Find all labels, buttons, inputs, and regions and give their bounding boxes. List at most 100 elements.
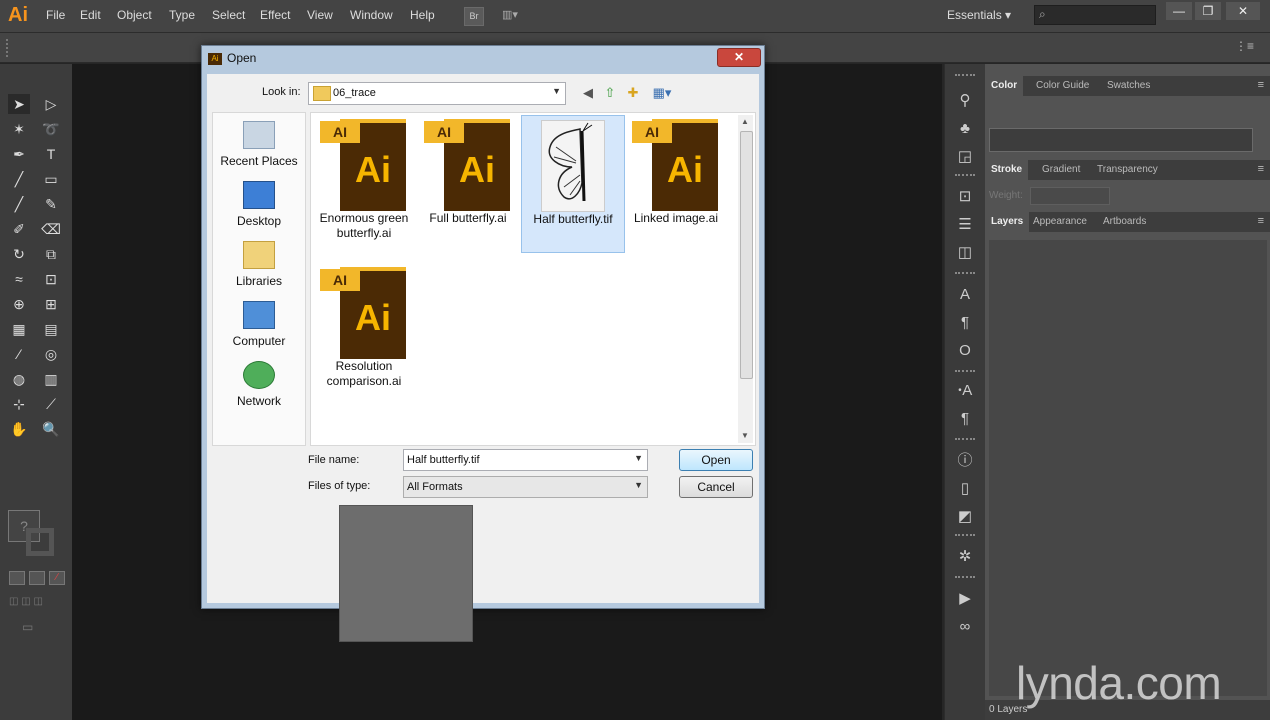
document-info-panel-icon[interactable]: ⓘ: [953, 450, 977, 472]
free-transform-tool-icon[interactable]: ⊡: [40, 269, 62, 289]
control-bar-menu-icon[interactable]: ⋮≡: [1235, 39, 1254, 53]
hand-tool-icon[interactable]: ✋: [8, 419, 30, 439]
menu-type[interactable]: Type: [169, 8, 195, 22]
navigator-panel-icon[interactable]: ✲: [953, 546, 977, 568]
brushes-panel-icon[interactable]: ⚲: [953, 90, 977, 112]
zoom-tool-icon[interactable]: 🔍: [40, 419, 62, 439]
scroll-down-icon[interactable]: ▼: [741, 431, 749, 440]
dialog-close-button[interactable]: ✕: [717, 48, 761, 67]
tab-artboards[interactable]: Artboards: [1097, 212, 1152, 232]
color-mode-icon[interactable]: [9, 571, 25, 585]
up-folder-icon[interactable]: ⇧: [601, 85, 619, 101]
tab-appearance[interactable]: Appearance: [1027, 212, 1093, 232]
blend-tool-icon[interactable]: ◎: [40, 344, 62, 364]
layers-list[interactable]: [989, 240, 1267, 696]
help-search-input[interactable]: ⌕: [1034, 5, 1156, 25]
dock-grip[interactable]: [955, 438, 975, 442]
bridge-button[interactable]: Br: [464, 7, 484, 26]
actions-panel-icon[interactable]: ▶: [953, 588, 977, 610]
shape-builder-tool-icon[interactable]: ⊕: [8, 294, 30, 314]
screen-mode-icon[interactable]: ▭: [22, 620, 44, 634]
view-menu-icon[interactable]: ▦▾: [649, 85, 675, 101]
attributes-panel-icon[interactable]: ▯: [953, 478, 977, 500]
look-in-dropdown[interactable]: 06_trace ▼: [308, 82, 566, 105]
place-computer[interactable]: Computer: [213, 295, 305, 351]
tab-stroke[interactable]: Stroke: [985, 160, 1029, 180]
graphic-styles-panel-icon[interactable]: ◲: [953, 146, 977, 168]
menu-effect[interactable]: Effect: [260, 8, 290, 22]
artboard-tool-icon[interactable]: ⊹: [8, 394, 30, 414]
color-spectrum[interactable]: [989, 128, 1253, 152]
dock-grip[interactable]: [955, 370, 975, 374]
menu-help[interactable]: Help: [410, 8, 435, 22]
place-recent[interactable]: Recent Places: [213, 115, 305, 171]
perspective-grid-tool-icon[interactable]: ⊞: [40, 294, 62, 314]
direct-selection-tool-icon[interactable]: ▷: [40, 94, 62, 114]
mesh-tool-icon[interactable]: ▦: [8, 319, 30, 339]
tab-swatches[interactable]: Swatches: [1101, 76, 1156, 96]
none-mode-icon[interactable]: ∕: [49, 571, 65, 585]
file-item[interactable]: AI Ai Linked image.ai: [625, 115, 727, 251]
panel-menu-icon[interactable]: ≡: [1258, 163, 1264, 175]
place-desktop[interactable]: Desktop: [213, 175, 305, 231]
symbol-sprayer-tool-icon[interactable]: ◍: [8, 369, 30, 389]
new-folder-icon[interactable]: ✚: [624, 85, 642, 101]
menu-view[interactable]: View: [307, 8, 333, 22]
file-item[interactable]: AI Ai Full butterfly.ai: [417, 115, 519, 251]
tab-layers[interactable]: Layers: [985, 212, 1030, 232]
blob-brush-tool-icon[interactable]: ✐: [8, 219, 30, 239]
transform-panel-icon[interactable]: ⊡: [953, 186, 977, 208]
tab-transparency[interactable]: Transparency: [1091, 160, 1164, 180]
gradient-mode-icon[interactable]: [29, 571, 45, 585]
eyedropper-tool-icon[interactable]: ⁄: [8, 344, 30, 364]
eraser-tool-icon[interactable]: ⌫: [40, 219, 62, 239]
file-item[interactable]: AI Ai Resolution comparison.ai: [313, 263, 415, 399]
menu-edit[interactable]: Edit: [80, 8, 101, 22]
gradient-tool-icon[interactable]: ▤: [40, 319, 62, 339]
fill-stroke-swatch[interactable]: ?: [8, 510, 56, 558]
links-panel-icon[interactable]: ◩: [953, 506, 977, 528]
control-bar-grip[interactable]: [6, 39, 10, 57]
line-tool-icon[interactable]: ╱: [8, 169, 30, 189]
menu-select[interactable]: Select: [212, 8, 245, 22]
type-tool-icon[interactable]: T: [40, 144, 62, 164]
file-item-selected[interactable]: Half butterfly.tif: [521, 115, 625, 253]
tab-color-guide[interactable]: Color Guide: [1030, 76, 1095, 96]
dock-grip[interactable]: [955, 174, 975, 178]
dock-grip[interactable]: [955, 74, 975, 78]
width-tool-icon[interactable]: ≈: [8, 269, 30, 289]
opentype-panel-icon[interactable]: O: [953, 340, 977, 362]
lasso-tool-icon[interactable]: ➰: [40, 119, 62, 139]
slice-tool-icon[interactable]: ⟋: [40, 394, 62, 414]
symbols-panel-icon[interactable]: ♣: [953, 118, 977, 140]
paintbrush-tool-icon[interactable]: ╱: [8, 194, 30, 214]
menu-window[interactable]: Window: [350, 8, 393, 22]
tab-gradient[interactable]: Gradient: [1036, 160, 1086, 180]
panel-menu-icon[interactable]: ≡: [1258, 215, 1264, 227]
paragraph-panel-icon[interactable]: ¶: [953, 312, 977, 334]
scale-tool-icon[interactable]: ⧉: [40, 244, 62, 264]
magic-wand-tool-icon[interactable]: ✶: [8, 119, 30, 139]
cancel-button[interactable]: Cancel: [679, 476, 753, 498]
pencil-tool-icon[interactable]: ✎: [40, 194, 62, 214]
rotate-tool-icon[interactable]: ↻: [8, 244, 30, 264]
scrollbar-thumb[interactable]: [740, 131, 753, 379]
rectangle-tool-icon[interactable]: ▭: [40, 169, 62, 189]
file-name-input[interactable]: Half butterfly.tif ▼: [403, 449, 648, 471]
linked-panel-icon[interactable]: ∞: [953, 616, 977, 638]
menu-object[interactable]: Object: [117, 8, 152, 22]
arrange-documents-icon[interactable]: ▥▾: [502, 7, 530, 24]
paragraph-styles-panel-icon[interactable]: ¶: [953, 408, 977, 430]
place-network[interactable]: Network: [213, 355, 305, 411]
close-window-button[interactable]: ✕: [1226, 2, 1260, 20]
open-button[interactable]: Open: [679, 449, 753, 471]
stroke-swatch[interactable]: [26, 528, 54, 556]
minimize-button[interactable]: —: [1166, 2, 1192, 20]
file-item[interactable]: AI Ai Enormous green butterfly.ai: [313, 115, 415, 251]
selection-tool-icon[interactable]: ➤: [8, 94, 30, 114]
align-panel-icon[interactable]: ☰: [953, 214, 977, 236]
file-list-scrollbar[interactable]: ▲ ▼: [738, 115, 753, 443]
files-of-type-select[interactable]: All Formats ▼: [403, 476, 648, 498]
dock-grip[interactable]: [955, 576, 975, 580]
back-icon[interactable]: ◀: [579, 85, 597, 101]
